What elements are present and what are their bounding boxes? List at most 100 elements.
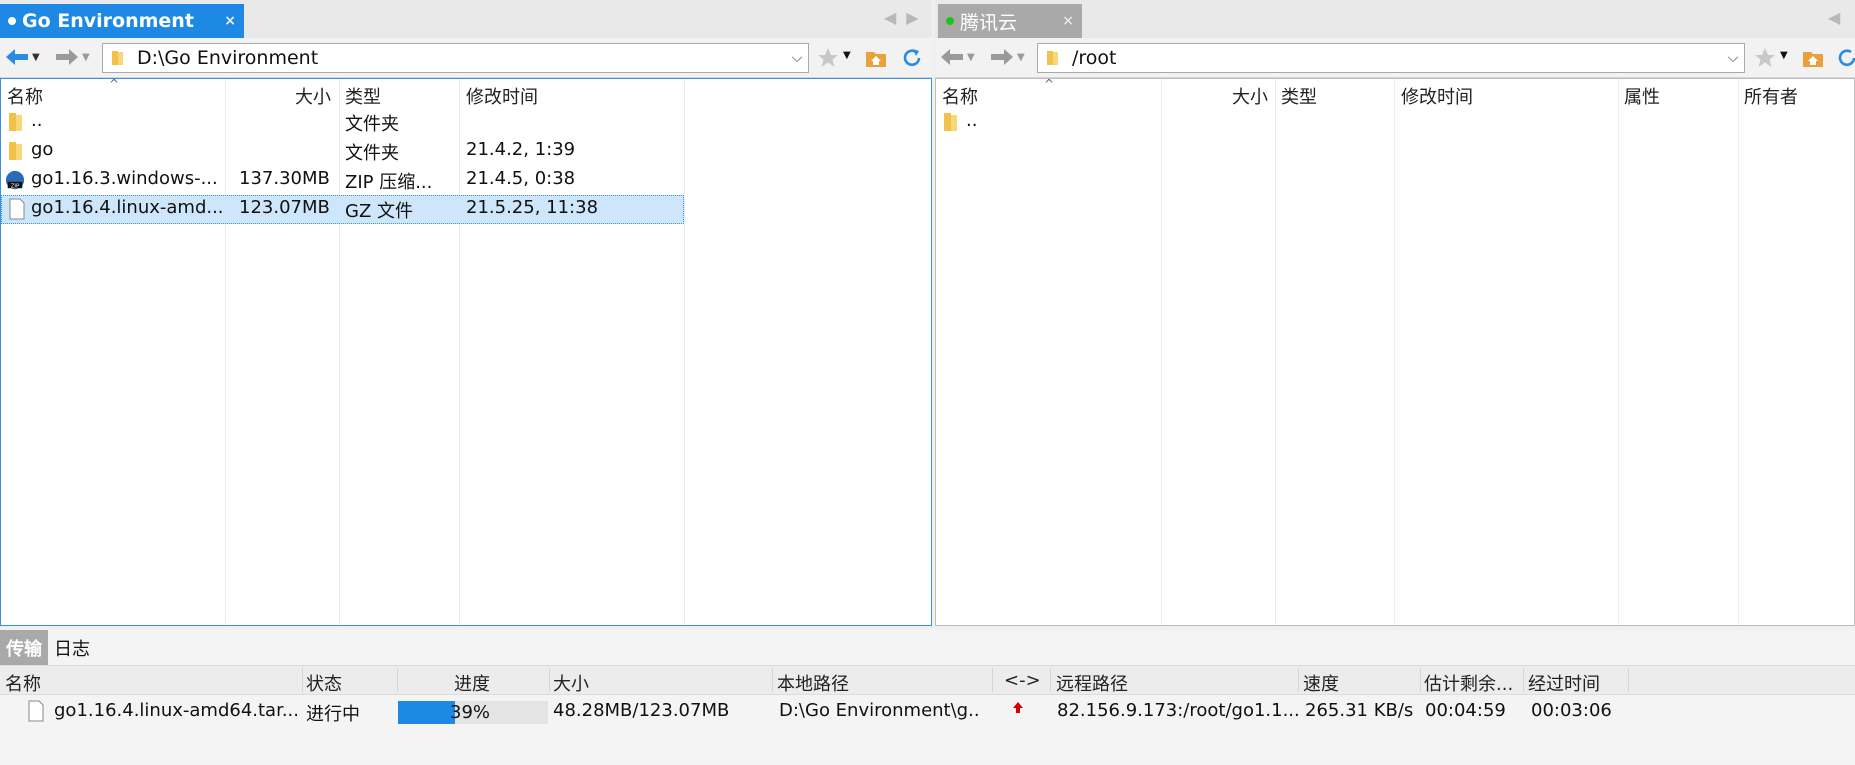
bottom-tabs: 传输 日志 [0,630,96,665]
col-name[interactable]: 名称 [942,83,978,109]
refresh-icon[interactable] [1835,46,1855,70]
col-size[interactable]: 大小 [1232,83,1268,109]
col-status[interactable]: 状态 [306,670,342,696]
forward-button[interactable]: ▼ [989,44,1025,70]
col-remote-path[interactable]: 远程路径 [1056,670,1128,696]
refresh-icon[interactable] [900,46,924,70]
remote-path-text: /root [1072,47,1117,69]
folder-icon [1047,51,1058,65]
sort-ascending-icon: ^ [109,78,120,91]
file-row[interactable]: .. [936,108,1618,137]
progress-percent: 39% [450,702,491,723]
col-speed[interactable]: 速度 [1303,670,1339,696]
sort-ascending-icon: ^ [1044,78,1055,91]
folder-icon [944,113,957,131]
sftp-client-window: Go Environment × ◀▶ ▼ ▼ D:\Go Environmen… [0,0,1855,765]
tab-local[interactable]: Go Environment × [0,4,244,38]
chevron-down-icon: ▼ [32,51,40,63]
file-type: ZIP 压缩... [345,172,433,193]
col-size[interactable]: 大小 [553,670,589,696]
col-direction[interactable]: <-> [1004,670,1041,691]
upload-arrow-icon [1013,702,1023,713]
close-icon[interactable]: × [1062,13,1074,29]
transfer-eta: 00:04:59 [1425,700,1506,721]
tab-remote-label: 腾讯云 [960,11,1018,34]
column-divider [684,79,685,625]
file-name: .. [31,110,43,131]
col-name[interactable]: 名称 [7,83,43,109]
tab-scroll-arrows-icon[interactable]: ◀▶ [884,8,929,27]
progress-fill [398,701,455,724]
chevron-down-icon[interactable]: ▼ [843,50,851,61]
column-divider [1161,79,1162,625]
folder-icon [112,51,123,65]
column-divider [1298,668,1299,692]
tab-scroll-arrows-icon[interactable]: ◀ [1828,8,1850,27]
transfer-row[interactable]: go1.16.4.linux-amd64.tar... 进行中 39% 48.2… [0,697,1855,727]
file-modified: 21.4.5, 0:38 [466,168,576,189]
tab-local-label: Go Environment [22,10,194,32]
remote-pane: 腾讯云 × ◀ ▼ ▼ /root ⌵ ▼ 名称 ^ 大小 类型 修改时间 属性… [935,0,1855,626]
star-icon[interactable] [1753,46,1777,70]
tab-remote[interactable]: 腾讯云 × [938,4,1082,38]
transfer-name: go1.16.4.linux-amd64.tar... [54,700,299,721]
file-row[interactable]: ZIP go1.16.3.windows-... 137.30MB ZIP 压缩… [1,166,684,195]
file-row[interactable]: go 文件夹 21.4.2, 1:39 [1,137,684,166]
column-divider [772,668,773,692]
home-folder-icon[interactable] [864,46,888,70]
file-row[interactable]: .. 文件夹 [1,108,684,137]
transfer-panel: 传输 日志 名称 状态 进度 大小 本地路径 <-> 远程路径 速度 估计剩余.… [0,630,1855,765]
column-divider [1050,668,1051,692]
col-size[interactable]: 大小 [295,83,331,109]
col-modified[interactable]: 修改时间 [466,83,538,109]
file-row-selected[interactable]: go1.16.4.linux-amd... 123.07MB GZ 文件 21.… [1,195,684,224]
chevron-down-icon[interactable]: ⌵ [786,50,808,66]
remote-path-input[interactable]: /root ⌵ [1037,43,1745,73]
local-pane: Go Environment × ◀▶ ▼ ▼ D:\Go Environmen… [0,0,932,626]
transfer-local-path: D:\Go Environment\g.. [779,700,980,721]
forward-arrow-icon [989,47,1015,67]
chevron-down-icon[interactable]: ▼ [1780,50,1788,61]
remote-file-list[interactable]: 名称 ^ 大小 类型 修改时间 属性 所有者 .. [935,78,1855,626]
column-divider [1628,668,1629,692]
col-eta[interactable]: 估计剩余... [1424,670,1513,696]
remote-toolbar: ▼ ▼ /root ⌵ ▼ [935,38,1855,78]
local-tabbar: Go Environment × ◀▶ [0,0,932,38]
column-divider [549,668,550,692]
home-folder-icon[interactable] [1801,46,1825,70]
tab-log[interactable]: 日志 [48,630,96,665]
local-path-input[interactable]: D:\Go Environment ⌵ [102,43,809,73]
file-modified: 21.5.25, 11:38 [466,197,599,218]
chevron-down-icon: ▼ [82,51,90,63]
local-path-text: D:\Go Environment [137,47,319,69]
close-icon[interactable]: × [224,13,236,29]
file-name: go1.16.4.linux-amd... [31,197,224,218]
col-modified[interactable]: 修改时间 [1401,83,1473,109]
col-type[interactable]: 类型 [1281,83,1317,109]
col-local-path[interactable]: 本地路径 [777,670,849,696]
svg-text:ZIP: ZIP [11,183,20,189]
tab-transfer[interactable]: 传输 [0,630,48,665]
column-divider [1618,79,1619,625]
local-file-list[interactable]: 名称 ^ 大小 类型 修改时间 .. 文件夹 go 文件夹 21.4.2, 1:… [0,78,932,626]
col-elapsed[interactable]: 经过时间 [1528,670,1600,696]
back-button[interactable]: ▼ [4,44,40,70]
transfer-progress-bar: 39% [398,701,548,724]
file-size: 123.07MB [239,197,330,218]
file-icon [9,198,25,220]
col-attributes[interactable]: 属性 [1624,83,1660,109]
col-progress[interactable]: 进度 [454,670,490,696]
online-status-icon [946,17,954,25]
transfer-size: 48.28MB/123.07MB [553,700,730,721]
col-owner[interactable]: 所有者 [1744,83,1798,109]
local-toolbar: ▼ ▼ D:\Go Environment ⌵ ▼ [0,38,932,78]
col-type[interactable]: 类型 [345,83,381,109]
forward-button[interactable]: ▼ [54,44,90,70]
star-icon[interactable] [816,46,840,70]
back-button[interactable]: ▼ [939,44,975,70]
col-name[interactable]: 名称 [5,670,41,696]
column-divider [992,668,993,692]
chevron-down-icon[interactable]: ⌵ [1722,50,1744,66]
folder-icon [9,113,22,131]
forward-arrow-icon [54,47,80,67]
